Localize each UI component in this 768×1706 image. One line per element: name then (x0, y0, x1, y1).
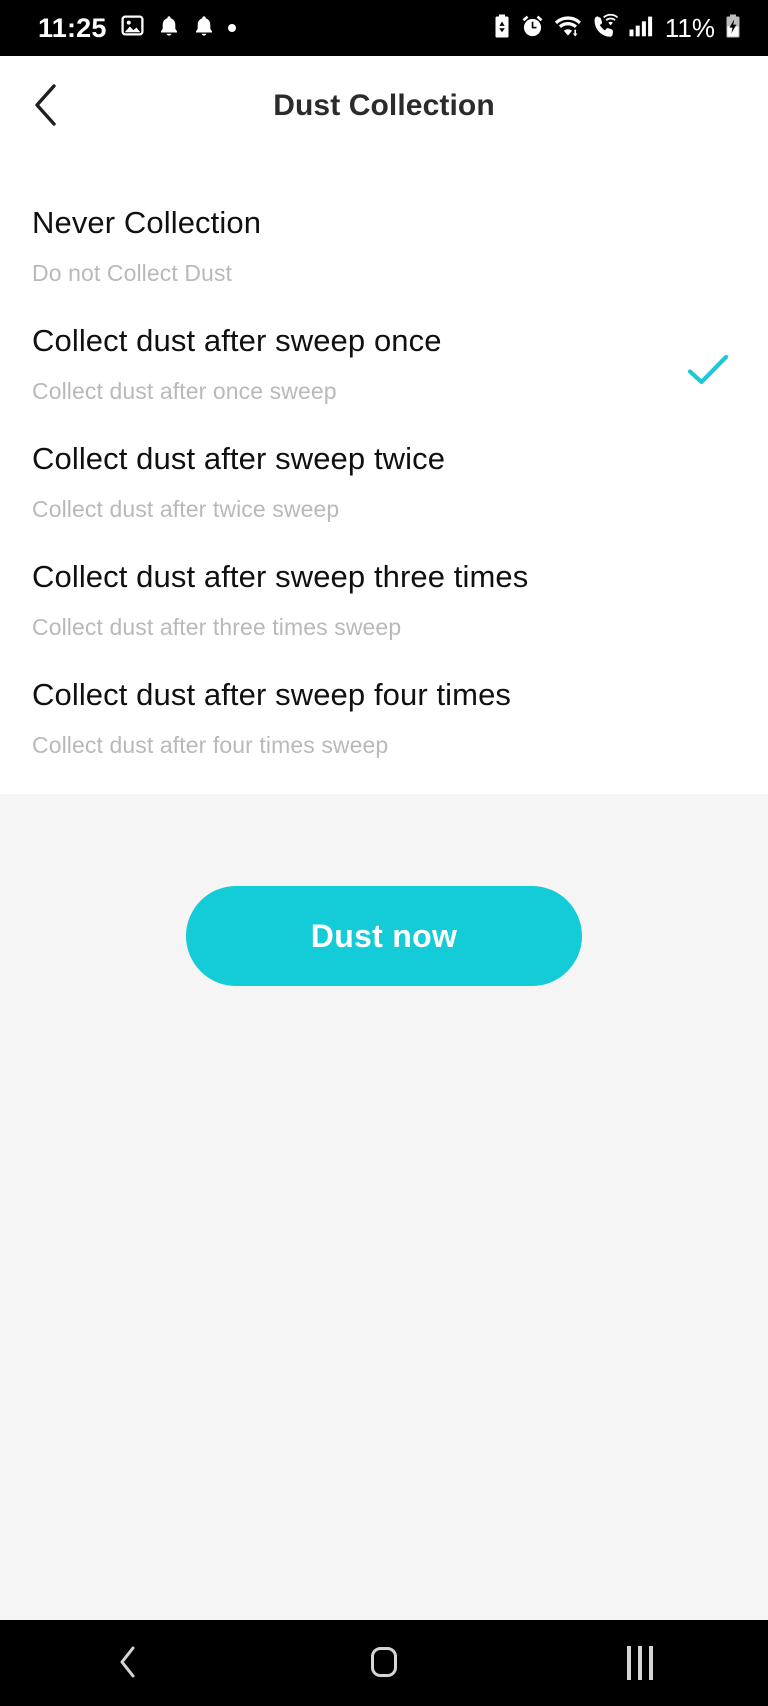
option-texts: Collect dust after sweep once Collect du… (32, 322, 442, 407)
battery-percent-label: 11% (664, 13, 715, 43)
check-icon (687, 353, 729, 392)
signal-bars-icon (628, 13, 654, 44)
chevron-left-icon (117, 1645, 139, 1682)
battery-saver-icon (493, 13, 511, 44)
nav-home-button[interactable] (329, 1620, 439, 1706)
alarm-clock-icon (520, 13, 545, 44)
dust-now-button[interactable]: Dust now (186, 886, 582, 986)
status-bar: 11:25 11% (0, 0, 768, 56)
phone-screen: 11:25 11% Dust Collection Never Collecti… (0, 0, 768, 1706)
photo-icon (120, 13, 145, 43)
notification-bell-icon (158, 14, 180, 43)
option-subtitle: Do not Collect Dust (32, 260, 233, 287)
home-square-icon (368, 1645, 400, 1682)
option-row-sweep-three-times[interactable]: Collect dust after sweep three times Col… (0, 558, 768, 676)
option-subtitle: Collect dust after once sweep (32, 378, 337, 405)
option-texts: Collect dust after sweep four times Coll… (32, 676, 511, 761)
option-subtitle: Collect dust after three times sweep (32, 614, 402, 641)
option-row-sweep-twice[interactable]: Collect dust after sweep twice Collect d… (0, 440, 768, 558)
option-row-sweep-once[interactable]: Collect dust after sweep once Collect du… (0, 322, 768, 440)
dot-indicator-icon (227, 24, 236, 32)
battery-charging-icon (724, 13, 742, 44)
option-subtitle: Collect dust after twice sweep (32, 496, 340, 523)
recents-bars-icon (627, 1646, 653, 1680)
page-title: Dust Collection (273, 89, 495, 122)
option-texts: Collect dust after sweep twice Collect d… (32, 440, 445, 525)
wifi-calling-icon (591, 13, 619, 44)
option-subtitle: Collect dust after four times sweep (32, 732, 389, 759)
wifi-icon (554, 13, 582, 44)
option-check-icon-slot (680, 344, 736, 400)
option-title: Collect dust after sweep four times (32, 677, 512, 712)
option-row-sweep-four-times[interactable]: Collect dust after sweep four times Coll… (0, 676, 768, 794)
status-bar-right: 11% (493, 13, 742, 44)
nav-back-button[interactable] (73, 1620, 183, 1706)
bottom-action-panel: Dust now (0, 794, 768, 1620)
chevron-left-icon (31, 82, 61, 131)
back-button[interactable] (18, 78, 74, 134)
option-title: Collect dust after sweep three times (32, 559, 529, 594)
android-nav-bar (0, 1620, 768, 1706)
nav-recents-button[interactable] (585, 1620, 695, 1706)
status-bar-left: 11:25 (38, 13, 236, 43)
app-bar: Dust Collection (0, 56, 768, 156)
dust-collection-options-list: Never Collection Do not Collect Dust Col… (0, 156, 768, 794)
status-clock: 11:25 (38, 12, 107, 43)
option-row-never-collection[interactable]: Never Collection Do not Collect Dust (0, 204, 768, 322)
option-title: Collect dust after sweep twice (32, 441, 446, 476)
option-texts: Never Collection Do not Collect Dust (32, 204, 261, 289)
notification-bell-icon (193, 14, 215, 43)
option-title: Collect dust after sweep once (32, 323, 442, 358)
option-title: Never Collection (32, 205, 262, 240)
option-texts: Collect dust after sweep three times Col… (32, 558, 528, 643)
